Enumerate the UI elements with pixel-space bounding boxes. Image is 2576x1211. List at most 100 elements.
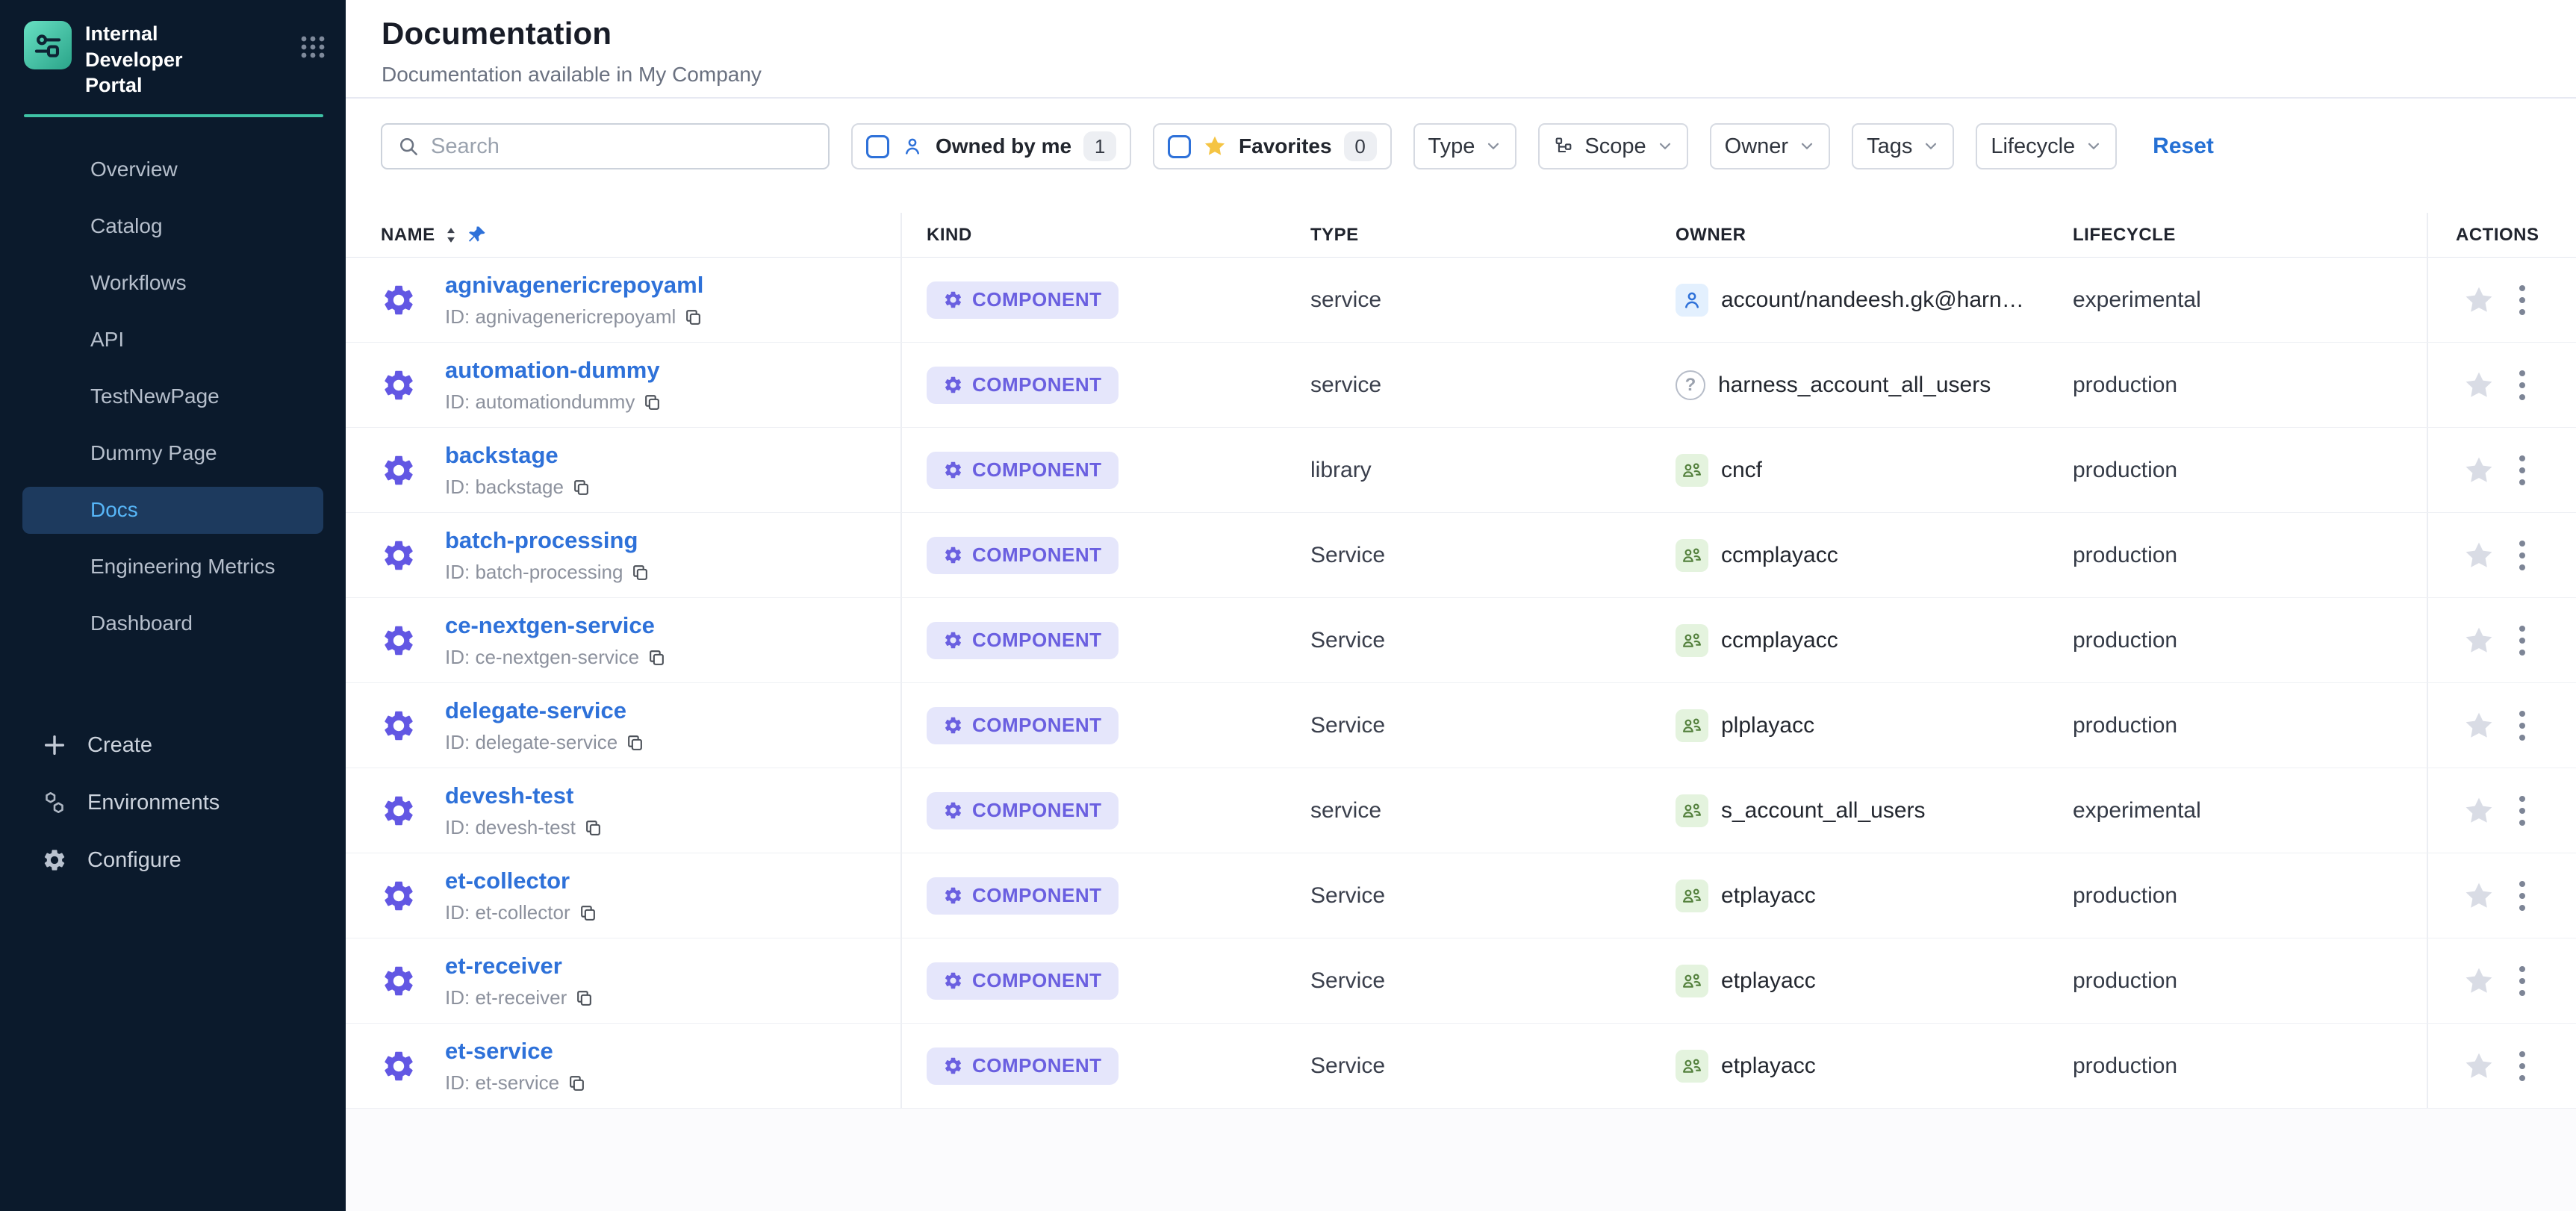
kebab-menu-icon[interactable] [2518, 709, 2527, 743]
search-input[interactable] [431, 134, 789, 159]
sidebar-footer-item-create[interactable]: Create [0, 717, 346, 774]
entity-name-link[interactable]: ce-nextgen-service [445, 612, 655, 638]
favorite-star-button[interactable] [2463, 880, 2495, 912]
kebab-menu-icon[interactable] [2518, 964, 2527, 998]
entity-name-link[interactable]: agnivagenericrepoyaml [445, 272, 703, 298]
filter-dropdowns: Type Scope Owner Tags Lifecycle [1413, 123, 2118, 169]
copy-icon[interactable] [584, 818, 603, 837]
copy-icon[interactable] [631, 563, 650, 582]
entity-name-link[interactable]: et-service [445, 1038, 553, 1064]
chevron-down-icon [1657, 138, 1673, 155]
favorite-star-button[interactable] [2463, 539, 2495, 572]
favorites-filter[interactable]: Favorites 0 [1153, 123, 1392, 169]
favorite-star-button[interactable] [2463, 369, 2495, 402]
filter-dropdown-lifecycle[interactable]: Lifecycle [1976, 123, 2117, 169]
favorite-star-button[interactable] [2463, 1050, 2495, 1083]
kind-badge: COMPONENT [927, 1047, 1119, 1085]
copy-icon[interactable] [647, 648, 666, 667]
kebab-menu-icon[interactable] [2518, 1049, 2527, 1083]
favorite-star-button[interactable] [2463, 624, 2495, 657]
filter-dropdown-type[interactable]: Type [1413, 123, 1517, 169]
pin-icon[interactable] [467, 225, 487, 245]
help-icon: ? [1676, 370, 1705, 400]
copy-icon[interactable] [626, 733, 644, 752]
sidebar-item-testnewpage[interactable]: TestNewPage [22, 373, 323, 420]
group-icon [1676, 454, 1708, 487]
kind-cell: COMPONENT [902, 938, 1310, 1023]
entity-name-link[interactable]: delegate-service [445, 697, 626, 723]
entity-name-link[interactable]: et-receiver [445, 953, 562, 979]
owner-cell: ? harness_account_all_users [1676, 343, 2073, 427]
column-header-name[interactable]: NAME [346, 213, 902, 258]
kebab-menu-icon[interactable] [2518, 368, 2527, 402]
owner-label: harness_account_all_users [1718, 373, 1991, 398]
component-gear-icon [943, 800, 963, 821]
lifecycle-cell: production [2073, 1024, 2428, 1108]
owned-by-me-checkbox[interactable] [866, 135, 889, 158]
owner-cell: ccmplayacc [1676, 513, 2073, 597]
favorite-star-button[interactable] [2463, 794, 2495, 827]
sidebar-item-dashboard[interactable]: Dashboard [22, 600, 323, 647]
kebab-menu-icon[interactable] [2518, 879, 2527, 913]
kebab-menu-icon[interactable] [2518, 453, 2527, 488]
filter-dropdown-scope[interactable]: Scope [1538, 123, 1687, 169]
table-row: ce-nextgen-service ID: ce-nextgen-servic… [346, 598, 2576, 683]
sidebar-item-catalog[interactable]: Catalog [22, 203, 323, 250]
owner-cell: s_account_all_users [1676, 768, 2073, 853]
column-header-type: TYPE [1310, 225, 1676, 246]
sidebar-footer-item-configure[interactable]: Configure [0, 832, 346, 889]
favorite-star-button[interactable] [2463, 965, 2495, 997]
copy-icon[interactable] [572, 478, 591, 496]
owned-by-me-filter[interactable]: Owned by me 1 [851, 123, 1131, 169]
group-icon [1676, 624, 1708, 657]
kebab-menu-icon[interactable] [2518, 623, 2527, 658]
entity-name-link[interactable]: batch-processing [445, 527, 638, 553]
kind-badge: COMPONENT [927, 962, 1119, 1000]
filter-dropdown-tags[interactable]: Tags [1852, 123, 1954, 169]
sidebar-footer-item-environments[interactable]: Environments [0, 774, 346, 832]
owned-by-me-label: Owned by me [936, 134, 1071, 158]
sidebar-item-workflows[interactable]: Workflows [22, 260, 323, 307]
copy-icon[interactable] [643, 393, 662, 411]
apps-grid-icon[interactable] [299, 33, 326, 63]
page-title: Documentation [382, 16, 2576, 52]
favorite-star-button[interactable] [2463, 709, 2495, 742]
type-cell: Service [1310, 598, 1676, 682]
kind-badge: COMPONENT [927, 452, 1119, 489]
sidebar-item-docs[interactable]: Docs [22, 487, 323, 534]
actions-cell [2428, 768, 2576, 853]
copy-icon[interactable] [579, 903, 597, 922]
actions-cell [2428, 683, 2576, 768]
plus-icon [41, 732, 68, 759]
copy-icon[interactable] [575, 989, 594, 1007]
filter-dropdown-owner[interactable]: Owner [1710, 123, 1830, 169]
sidebar-item-overview[interactable]: Overview [22, 146, 323, 193]
kind-cell: COMPONENT [902, 598, 1310, 682]
sidebar-item-dummy-page[interactable]: Dummy Page [22, 430, 323, 477]
search-box[interactable] [381, 123, 830, 169]
copy-icon[interactable] [684, 308, 703, 326]
favorites-count: 0 [1344, 131, 1377, 161]
entity-name-link[interactable]: automation-dummy [445, 357, 660, 383]
type-cell: library [1310, 428, 1676, 512]
sidebar-item-engineering-metrics[interactable]: Engineering Metrics [22, 544, 323, 591]
entity-name-link[interactable]: et-collector [445, 868, 570, 894]
kebab-menu-icon[interactable] [2518, 538, 2527, 573]
group-icon [1676, 794, 1708, 827]
favorite-star-button[interactable] [2463, 284, 2495, 317]
favorite-star-button[interactable] [2463, 454, 2495, 487]
reset-filters-button[interactable]: Reset [2153, 134, 2214, 159]
type-cell: Service [1310, 853, 1676, 938]
star-icon [2463, 539, 2495, 572]
sort-icon[interactable] [446, 226, 456, 244]
favorites-checkbox[interactable] [1168, 135, 1191, 158]
table-body: agnivagenericrepoyaml ID: agnivagenericr… [346, 258, 2576, 1109]
entity-name-link[interactable]: devesh-test [445, 782, 573, 809]
entity-name-link[interactable]: backstage [445, 442, 559, 468]
copy-icon[interactable] [567, 1074, 586, 1092]
kebab-menu-icon[interactable] [2518, 283, 2527, 317]
kebab-menu-icon[interactable] [2518, 794, 2527, 828]
column-header-lifecycle: LIFECYCLE [2073, 213, 2428, 258]
sidebar-item-api[interactable]: API [22, 317, 323, 364]
sidebar-footer-nav: Create Environments Configure [0, 717, 346, 889]
